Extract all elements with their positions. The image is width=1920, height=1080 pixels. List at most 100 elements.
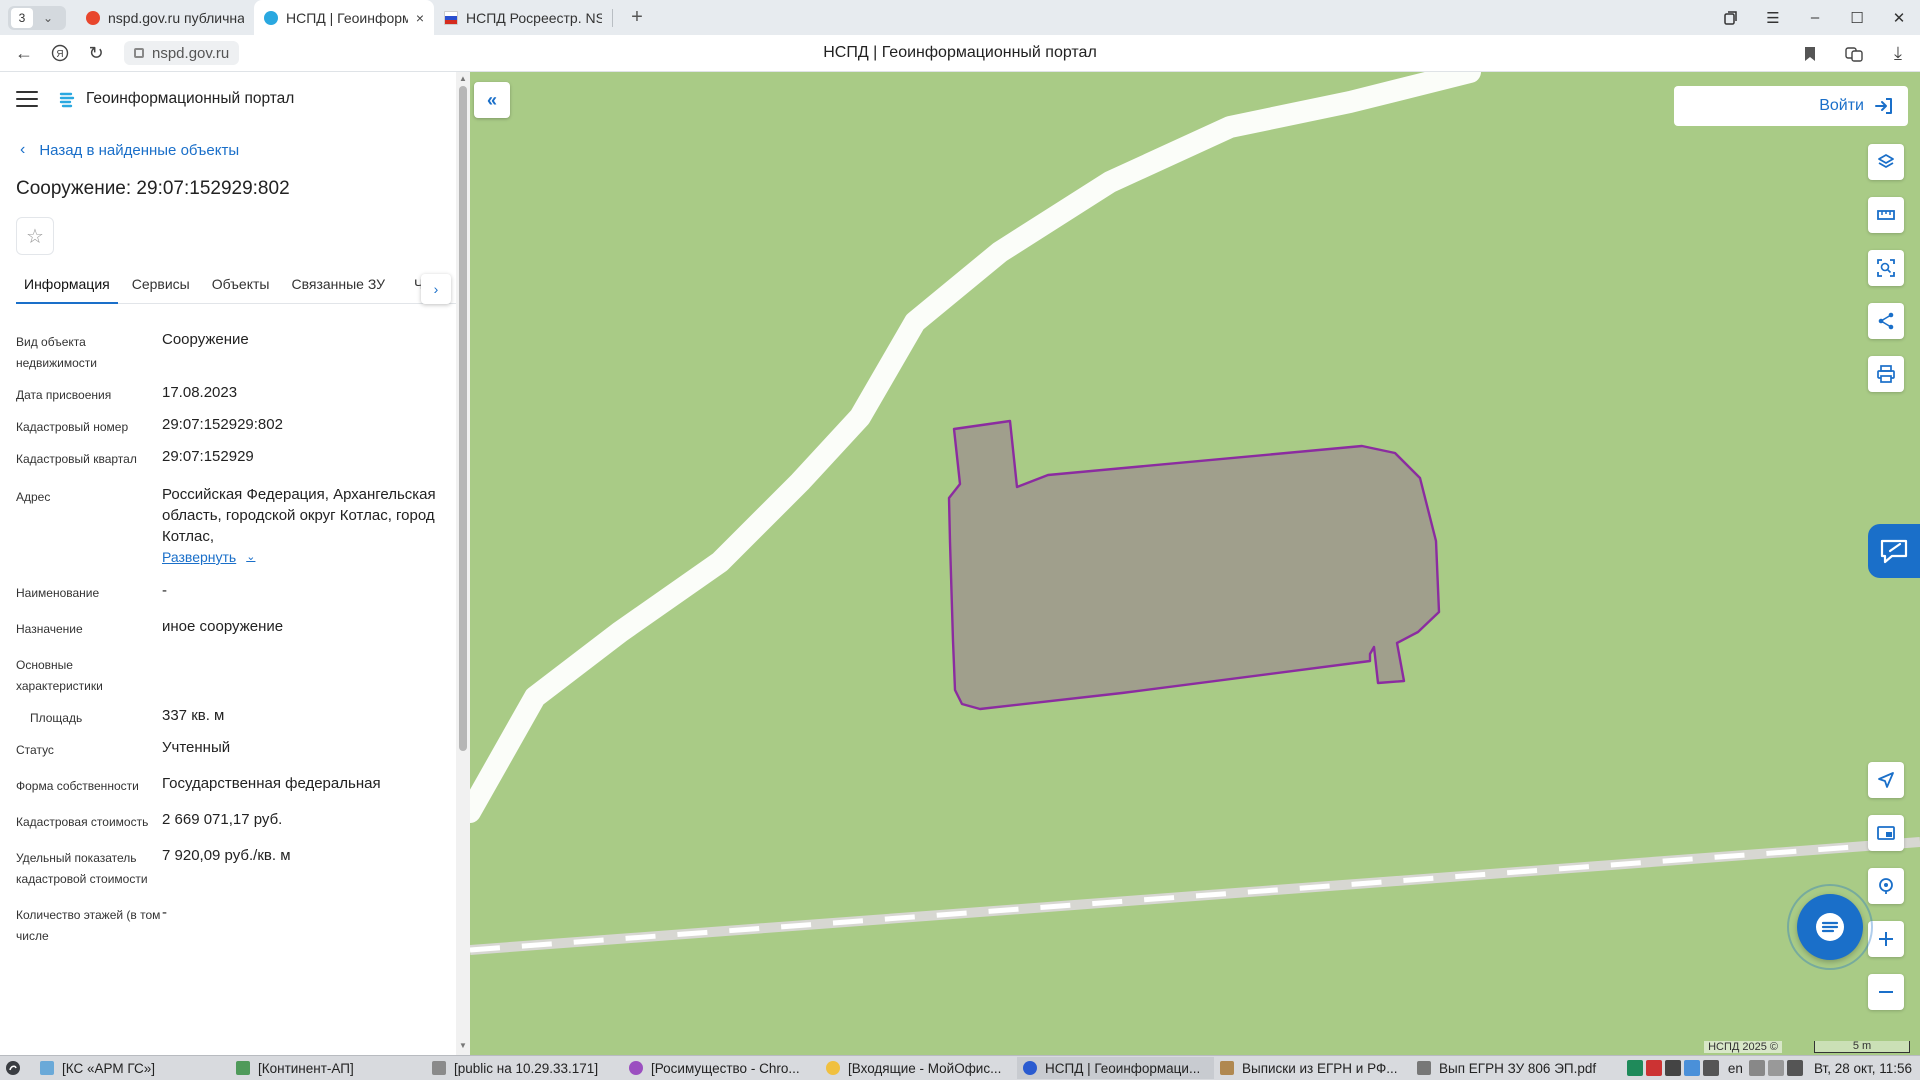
ruler-button[interactable] <box>1868 197 1904 233</box>
minimap-icon <box>1877 826 1895 840</box>
url-text: nspd.gov.ru <box>152 44 230 62</box>
parcel-polygon[interactable] <box>947 419 1441 711</box>
volume-icon[interactable] <box>1748 1060 1765 1076</box>
login-button[interactable]: Войти <box>1674 86 1908 126</box>
taskbar-item-active[interactable]: НСПД | Геоинформаци... <box>1017 1057 1214 1079</box>
scroll-down-icon[interactable]: ▼ <box>456 1041 470 1053</box>
tab-related-land[interactable]: Связанные ЗУ <box>283 268 393 304</box>
tab-information[interactable]: Информация <box>16 268 118 304</box>
reload-icon[interactable]: ↻ <box>78 35 114 71</box>
attribute-label: Вид объекта недвижимости <box>16 335 97 370</box>
yandex-browser-icon <box>1023 1061 1037 1075</box>
attribute-row: Площадь 337 кв. м <box>16 705 436 729</box>
taskbar-item[interactable]: Вып ЕГРН ЗУ 806 ЭП.pdf <box>1411 1057 1607 1079</box>
chevron-left-icon: ‹ <box>20 141 26 158</box>
scrollbar-thumb[interactable] <box>459 86 467 751</box>
panel-scrollbar[interactable]: ▲ ▼ <box>456 72 470 1055</box>
taskbar-item[interactable]: [КС «АРМ ГС»] <box>34 1057 230 1079</box>
collapse-panel-button[interactable]: « <box>474 82 510 118</box>
tray-app-icon[interactable] <box>1664 1060 1681 1076</box>
geolocation-button[interactable] <box>1868 868 1904 904</box>
keyboard-layout[interactable]: en <box>1728 1061 1743 1076</box>
zoom-out-button[interactable] <box>1868 974 1904 1010</box>
maximize-icon[interactable]: ☐ <box>1836 0 1878 35</box>
clipboard-icon[interactable] <box>1767 1060 1784 1076</box>
taskbar-item[interactable]: Выписки из ЕГРН и РФ... <box>1214 1057 1411 1079</box>
network-icon[interactable] <box>1702 1060 1719 1076</box>
feedback-icon <box>1880 539 1908 564</box>
feedback-button[interactable] <box>1868 524 1920 578</box>
attribute-row: Основные характеристики <box>16 652 436 697</box>
back-arrow-icon[interactable]: ← <box>6 35 42 71</box>
close-window-icon[interactable]: ✕ <box>1878 0 1920 35</box>
favorite-star-button[interactable]: ☆ <box>16 217 54 255</box>
menu-icon[interactable]: ☰ <box>1752 0 1794 35</box>
taskbar-item-label: НСПД | Геоинформаци... <box>1045 1060 1201 1076</box>
display-icon[interactable] <box>1786 1060 1803 1076</box>
url-field[interactable]: nspd.gov.ru <box>124 41 240 65</box>
page-title: НСПД | Геоинформационный портал <box>823 44 1097 61</box>
taskbar-item[interactable]: [Входящие - МойОфис... <box>820 1057 1017 1079</box>
tab-objects[interactable]: Объекты <box>204 268 278 304</box>
attribute-label: Статус <box>16 743 54 757</box>
browser-tab-2-active[interactable]: НСПД | Геоинформа × <box>254 0 434 35</box>
tray-app-icon[interactable] <box>1645 1060 1662 1076</box>
tabs-scroll-right-button[interactable]: › <box>421 274 451 304</box>
kaspersky-icon[interactable] <box>1626 1060 1643 1076</box>
expand-address-link[interactable]: Развернуть ⌄ <box>162 547 255 568</box>
hamburger-menu-icon[interactable] <box>16 91 38 107</box>
chat-button[interactable] <box>1797 894 1863 960</box>
browser-tab-3[interactable]: НСПД Росреестр. NSPD <box>434 0 612 35</box>
share-button[interactable] <box>1868 303 1904 339</box>
back-to-results-link[interactable]: ‹ Назад в найденные объекты <box>20 141 239 159</box>
taskbar-item[interactable]: [public на 10.29.33.171] <box>426 1057 623 1079</box>
attribute-row: Кадастровая стоимость 2 669 071,17 руб. <box>16 809 436 833</box>
minimize-icon[interactable]: – <box>1794 0 1836 35</box>
browser-tab-bar: 3 ⌄ nspd.gov.ru публичная НСПД | Геоинфо… <box>0 0 1920 35</box>
attribute-label: Количество этажей (в том числе <box>16 908 161 943</box>
attribute-value: - <box>162 582 167 599</box>
scroll-up-icon[interactable]: ▲ <box>456 74 470 86</box>
object-info-panel: Геоинформационный портал ‹ Назад в найде… <box>0 72 470 1055</box>
login-label: Войти <box>1819 97 1864 114</box>
login-icon <box>1875 98 1892 114</box>
locate-button[interactable] <box>1868 762 1904 798</box>
browser-tab-1[interactable]: nspd.gov.ru публичная <box>76 0 254 35</box>
clock[interactable]: Вт, 28 окт, 11:56 <box>1814 1061 1912 1076</box>
attribute-label: Форма собственности <box>16 779 139 793</box>
tab-manager-icon[interactable] <box>1710 0 1752 35</box>
attribute-value: Сооружение <box>162 331 249 348</box>
new-tab-button[interactable]: + <box>623 4 651 32</box>
attribute-label: Кадастровый номер <box>16 420 129 434</box>
map-scale: 5 m <box>1814 1041 1910 1053</box>
back-link-label: Назад в найденные объекты <box>39 141 240 159</box>
translate-icon[interactable] <box>1832 36 1876 72</box>
nspd-favicon-icon <box>264 10 278 25</box>
minimap-button[interactable] <box>1868 815 1904 851</box>
attribute-value: 2 669 071,17 руб. <box>162 811 283 828</box>
yandex-icon[interactable]: Я <box>42 35 78 71</box>
close-icon[interactable]: × <box>416 10 424 26</box>
bookmark-icon[interactable] <box>1788 36 1832 72</box>
svg-text:Я: Я <box>56 49 63 60</box>
taskbar-item[interactable]: [Росимущество - Chro... <box>623 1057 820 1079</box>
app-header: Геоинформационный портал <box>16 84 294 114</box>
zoom-in-button[interactable] <box>1868 921 1904 957</box>
attribute-row-address: Адрес Российская Федерация, Архангельска… <box>16 484 436 568</box>
shield-icon[interactable] <box>1683 1060 1700 1076</box>
print-button[interactable] <box>1868 356 1904 392</box>
tab-counter[interactable]: 3 ⌄ <box>8 5 66 30</box>
layers-button[interactable] <box>1868 144 1904 180</box>
attribute-label: Кадастровый квартал <box>16 452 137 466</box>
map-canvas[interactable]: « Войти НСПД 2025 © 5 m <box>470 72 1920 1055</box>
select-area-button[interactable] <box>1868 250 1904 286</box>
attribute-row: Вид объекта недвижимости Сооружение <box>16 329 436 374</box>
start-menu-icon[interactable] <box>0 1056 26 1080</box>
shield-icon <box>40 1061 54 1075</box>
taskbar-item[interactable]: [Континент-АП] <box>230 1057 426 1079</box>
tab-services[interactable]: Сервисы <box>124 268 198 304</box>
window-controls: ☰ – ☐ ✕ <box>1710 0 1920 35</box>
download-icon[interactable]: ⤓ <box>1876 36 1920 72</box>
attribute-value: - <box>162 904 167 921</box>
print-icon <box>1877 365 1895 383</box>
